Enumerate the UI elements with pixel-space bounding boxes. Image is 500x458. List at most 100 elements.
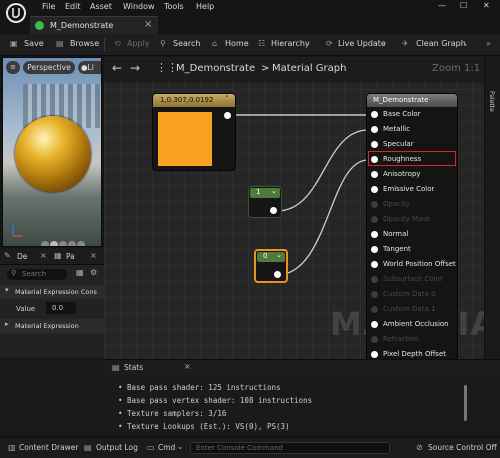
stats-title[interactable]: Stats (124, 363, 143, 372)
input-pin[interactable] (371, 306, 378, 313)
constant-node-0[interactable]: 0 ⌄ (254, 249, 288, 283)
palette-label[interactable]: Palette (488, 91, 495, 112)
cube-icon[interactable] (68, 241, 76, 246)
stats-line: • Base pass vertex shader: 108 instructi… (118, 396, 313, 405)
cmd-icon: ▭ (147, 443, 155, 452)
left-panel-empty (0, 357, 104, 435)
source-control-button[interactable]: Source Control Off (428, 443, 497, 452)
details-search-box[interactable]: ⚲ Search (7, 269, 67, 280)
cylinder-icon[interactable] (41, 241, 49, 246)
input-pin[interactable] (371, 111, 378, 118)
sphere-icon[interactable] (50, 241, 58, 246)
save-button[interactable]: Save (24, 39, 44, 48)
browse-button[interactable]: Browse (70, 39, 99, 48)
palette-sidebar[interactable]: Palette (484, 57, 500, 359)
value-text: 0.0 (52, 304, 64, 312)
home-button[interactable]: Home (225, 39, 249, 48)
close-window-button[interactable]: ✕ (483, 1, 490, 10)
menu-tools[interactable]: Tools (164, 2, 184, 11)
perspective-button[interactable]: Perspective (23, 61, 75, 74)
console-input[interactable]: Enter Console Command (190, 442, 390, 454)
value-field[interactable]: 0.0 (46, 302, 76, 314)
breadcrumb-leaf[interactable]: Material Graph (272, 63, 346, 74)
cmd-dropdown[interactable]: Cmd (158, 443, 175, 452)
stats-icon: ▤ (112, 363, 120, 372)
input-pin[interactable] (371, 261, 378, 268)
material-result-node[interactable]: M_Demonstrate Base Color Metallic Specular… (366, 93, 458, 359)
output-log-button[interactable]: Output Log (96, 443, 138, 452)
grid-view-icon[interactable]: ▦ (76, 268, 84, 277)
menu-window[interactable]: Window (123, 2, 155, 11)
input-pin[interactable] (371, 336, 378, 343)
constant3vector-node[interactable]: 1,0.307,0.0192 ˄ (152, 93, 236, 171)
chevron-down-icon: ⌄ (177, 442, 184, 451)
section-header[interactable]: ▾ Material Expression Cons (0, 285, 104, 299)
tab-title: M_Demonstrate (50, 21, 114, 30)
close-icon[interactable]: × (90, 251, 97, 260)
settings-icon[interactable]: ⚙ (90, 268, 97, 277)
minimize-button[interactable]: — (438, 1, 446, 10)
chevron-down-icon[interactable]: ⌄ (271, 187, 277, 195)
unreal-logo-icon[interactable] (6, 3, 26, 23)
graph-hierarchy-icon[interactable]: ⋮⋮ (156, 61, 178, 74)
tab-m-demonstrate[interactable]: M_Demonstrate × (30, 16, 158, 34)
plane-icon[interactable] (59, 241, 67, 246)
search-button[interactable]: Search (173, 39, 200, 48)
maximize-button[interactable]: ☐ (460, 1, 467, 10)
input-pin[interactable] (371, 186, 378, 193)
input-pin[interactable] (371, 171, 378, 178)
pin-label: World Position Offset (383, 260, 456, 268)
collapse-icon[interactable]: ˄ (225, 95, 229, 103)
menu-help[interactable]: Help (196, 2, 214, 11)
input-pin[interactable] (371, 291, 378, 298)
input-pin[interactable] (371, 246, 378, 253)
input-pin[interactable] (371, 351, 378, 358)
content-drawer-button[interactable]: Content Drawer (19, 443, 79, 452)
view-options-button[interactable]: ≡ (6, 61, 20, 74)
close-icon[interactable]: × (184, 362, 191, 371)
node-header: M_Demonstrate (367, 94, 457, 107)
wire-metallic (276, 129, 369, 212)
toolbar-divider (104, 38, 105, 52)
close-icon[interactable]: × (40, 251, 47, 260)
output-log-icon: ▤ (84, 443, 92, 452)
menu-edit[interactable]: Edit (65, 2, 81, 11)
clean-graph-button[interactable]: Clean Graph (416, 39, 466, 48)
menu-asset[interactable]: Asset (90, 2, 112, 11)
apply-button[interactable]: Apply (127, 39, 150, 48)
chevron-down-icon: ⌄ (304, 39, 311, 48)
constant-node-1[interactable]: 1 ⌄ (248, 186, 282, 218)
node-value: 0 (263, 252, 268, 260)
back-arrow-icon[interactable]: ← (112, 61, 122, 75)
output-pin[interactable] (270, 207, 277, 214)
preview-viewport[interactable]: ≡ Perspective ●Li (2, 57, 102, 247)
tab-details[interactable]: De (17, 252, 27, 261)
input-pin[interactable] (371, 216, 378, 223)
material-icon (35, 21, 44, 30)
chevron-down-icon[interactable]: ⌄ (276, 251, 282, 259)
output-pin[interactable] (224, 112, 231, 119)
more-options-icon[interactable]: » (486, 39, 491, 48)
section-header[interactable]: ▸ Material Expression (0, 319, 104, 333)
lit-mode-button[interactable]: ●Li (78, 61, 101, 74)
lit-label: Li (87, 63, 94, 72)
forward-arrow-icon[interactable]: → (130, 61, 140, 75)
input-pin[interactable] (371, 201, 378, 208)
tab-palette[interactable]: Pa (66, 252, 75, 261)
scrollbar[interactable] (464, 385, 467, 421)
pin-label: Specular (383, 140, 414, 148)
node-title: 1,0.307,0.0192 (160, 96, 214, 104)
input-pin[interactable] (371, 141, 378, 148)
output-pin[interactable] (274, 271, 281, 278)
input-pin[interactable] (371, 276, 378, 283)
menu-file[interactable]: File (42, 2, 55, 11)
teapot-icon[interactable] (77, 241, 85, 246)
tab-close-icon[interactable]: × (144, 19, 152, 30)
input-pin[interactable] (371, 126, 378, 133)
breadcrumb-root[interactable]: M_Demonstrate (176, 63, 255, 74)
material-graph-canvas[interactable]: MATERIAL 1,0.307,0.0192 ˄ 1 ⌄ 0 ⌄ M_Demo… (104, 57, 484, 359)
input-pin[interactable] (371, 231, 378, 238)
live-update-button[interactable]: Live Update (338, 39, 386, 48)
wire-roughness (276, 159, 369, 276)
input-pin[interactable] (371, 321, 378, 328)
